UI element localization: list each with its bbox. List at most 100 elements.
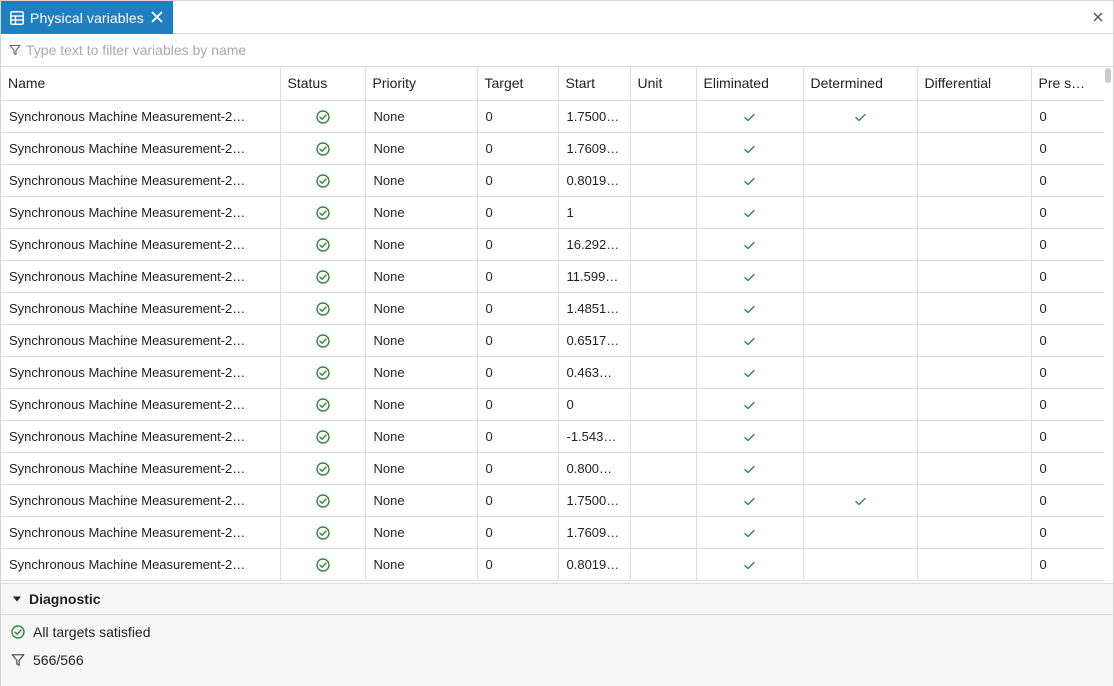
cell-differential[interactable] [917, 196, 1032, 229]
cell-priority[interactable]: None [365, 388, 478, 421]
cell-target[interactable]: 0 [477, 196, 559, 229]
cell-eliminated[interactable] [696, 228, 804, 261]
cell-unit[interactable] [630, 100, 697, 133]
column-header-priority[interactable]: Priority [365, 67, 478, 101]
cell-start[interactable]: 16.292… [558, 228, 631, 261]
tab-physical-variables[interactable]: Physical variables [1, 1, 173, 34]
cell-name[interactable]: Synchronous Machine Measurement-2… [1, 356, 281, 389]
cell-target[interactable]: 0 [477, 100, 559, 133]
cell-name[interactable]: Synchronous Machine Measurement-2… [1, 548, 281, 581]
cell-pre-s[interactable]: 0 [1031, 484, 1104, 517]
cell-target[interactable]: 0 [477, 228, 559, 261]
cell-target[interactable]: 0 [477, 484, 559, 517]
cell-name[interactable]: Synchronous Machine Measurement-2… [1, 260, 281, 293]
cell-differential[interactable] [917, 228, 1032, 261]
cell-determined[interactable] [803, 164, 918, 197]
cell-eliminated[interactable] [696, 484, 804, 517]
cell-start[interactable]: 11.599… [558, 260, 631, 293]
cell-start[interactable]: 1.7500… [558, 100, 631, 133]
cell-unit[interactable] [630, 164, 697, 197]
cell-start[interactable]: 0.8019… [558, 548, 631, 581]
table-row[interactable]: Synchronous Machine Measurement-2… None 0 0… [1, 548, 1104, 581]
cell-eliminated[interactable] [696, 260, 804, 293]
close-window-icon[interactable] [1092, 11, 1104, 23]
cell-unit[interactable] [630, 548, 697, 581]
cell-eliminated[interactable] [696, 548, 804, 581]
table-row[interactable]: Synchronous Machine Measurement-2… None 0 1… [1, 484, 1104, 517]
cell-pre-s[interactable]: 0 [1031, 388, 1104, 421]
cell-name[interactable]: Synchronous Machine Measurement-2… [1, 388, 281, 421]
column-header-differential[interactable]: Differential [917, 67, 1032, 101]
cell-start[interactable]: 0.800… [558, 452, 631, 485]
cell-eliminated[interactable] [696, 164, 804, 197]
cell-eliminated[interactable] [696, 516, 804, 549]
cell-name[interactable]: Synchronous Machine Measurement-2… [1, 164, 281, 197]
cell-name[interactable]: Synchronous Machine Measurement-2… [1, 196, 281, 229]
cell-priority[interactable]: None [365, 292, 478, 325]
cell-priority[interactable]: None [365, 132, 478, 165]
column-header-name[interactable]: Name [1, 67, 281, 101]
table-row[interactable]: Synchronous Machine Measurement-2… None 0 1… [1, 196, 1104, 229]
cell-target[interactable]: 0 [477, 548, 559, 581]
cell-differential[interactable] [917, 452, 1032, 485]
cell-differential[interactable] [917, 292, 1032, 325]
cell-priority[interactable]: None [365, 548, 478, 581]
cell-name[interactable]: Synchronous Machine Measurement-2… [1, 420, 281, 453]
cell-pre-s[interactable]: 0 [1031, 196, 1104, 229]
cell-target[interactable]: 0 [477, 452, 559, 485]
cell-start[interactable]: 0.463… [558, 356, 631, 389]
cell-determined[interactable] [803, 228, 918, 261]
cell-pre-s[interactable]: 0 [1031, 548, 1104, 581]
cell-start[interactable]: 0.8019… [558, 164, 631, 197]
cell-start[interactable]: 0 [558, 388, 631, 421]
cell-unit[interactable] [630, 196, 697, 229]
vertical-scrollbar-thumb[interactable] [1105, 68, 1111, 83]
cell-unit[interactable] [630, 292, 697, 325]
cell-pre-s[interactable]: 0 [1031, 452, 1104, 485]
cell-unit[interactable] [630, 516, 697, 549]
cell-unit[interactable] [630, 132, 697, 165]
cell-determined[interactable] [803, 260, 918, 293]
cell-target[interactable]: 0 [477, 516, 559, 549]
cell-eliminated[interactable] [696, 100, 804, 133]
cell-determined[interactable] [803, 132, 918, 165]
cell-start[interactable]: 1.7500… [558, 484, 631, 517]
column-header-determined[interactable]: Determined [803, 67, 918, 101]
cell-name[interactable]: Synchronous Machine Measurement-2… [1, 228, 281, 261]
cell-name[interactable]: Synchronous Machine Measurement-2… [1, 324, 281, 357]
table-row[interactable]: Synchronous Machine Measurement-2… None 0 0… [1, 164, 1104, 197]
table-row[interactable]: Synchronous Machine Measurement-2… None 0 1… [1, 260, 1104, 293]
cell-priority[interactable]: None [365, 484, 478, 517]
cell-pre-s[interactable]: 0 [1031, 292, 1104, 325]
diagnostic-header[interactable]: Diagnostic [1, 584, 1113, 615]
cell-target[interactable]: 0 [477, 324, 559, 357]
cell-eliminated[interactable] [696, 196, 804, 229]
filter-input[interactable] [26, 42, 1086, 58]
cell-target[interactable]: 0 [477, 356, 559, 389]
cell-determined[interactable] [803, 100, 918, 133]
cell-determined[interactable] [803, 292, 918, 325]
cell-differential[interactable] [917, 388, 1032, 421]
cell-name[interactable]: Synchronous Machine Measurement-2… [1, 292, 281, 325]
cell-pre-s[interactable]: 0 [1031, 356, 1104, 389]
table-row[interactable]: Synchronous Machine Measurement-2… None 0 0… [1, 388, 1104, 421]
close-tab-icon[interactable] [150, 10, 164, 24]
table-row[interactable]: Synchronous Machine Measurement-2… None 0 1… [1, 292, 1104, 325]
cell-priority[interactable]: None [365, 324, 478, 357]
column-header-target[interactable]: Target [477, 67, 559, 101]
table-row[interactable]: Synchronous Machine Measurement-2… None 0 1… [1, 516, 1104, 549]
cell-differential[interactable] [917, 548, 1032, 581]
cell-eliminated[interactable] [696, 132, 804, 165]
cell-differential[interactable] [917, 324, 1032, 357]
cell-pre-s[interactable]: 0 [1031, 420, 1104, 453]
cell-name[interactable]: Synchronous Machine Measurement-2… [1, 132, 281, 165]
cell-priority[interactable]: None [365, 356, 478, 389]
table-row[interactable]: Synchronous Machine Measurement-2… None 0 1… [1, 132, 1104, 165]
cell-pre-s[interactable]: 0 [1031, 260, 1104, 293]
cell-differential[interactable] [917, 100, 1032, 133]
cell-target[interactable]: 0 [477, 260, 559, 293]
cell-priority[interactable]: None [365, 260, 478, 293]
cell-unit[interactable] [630, 484, 697, 517]
table-row[interactable]: Synchronous Machine Measurement-2… None 0 1… [1, 228, 1104, 261]
cell-pre-s[interactable]: 0 [1031, 100, 1104, 133]
